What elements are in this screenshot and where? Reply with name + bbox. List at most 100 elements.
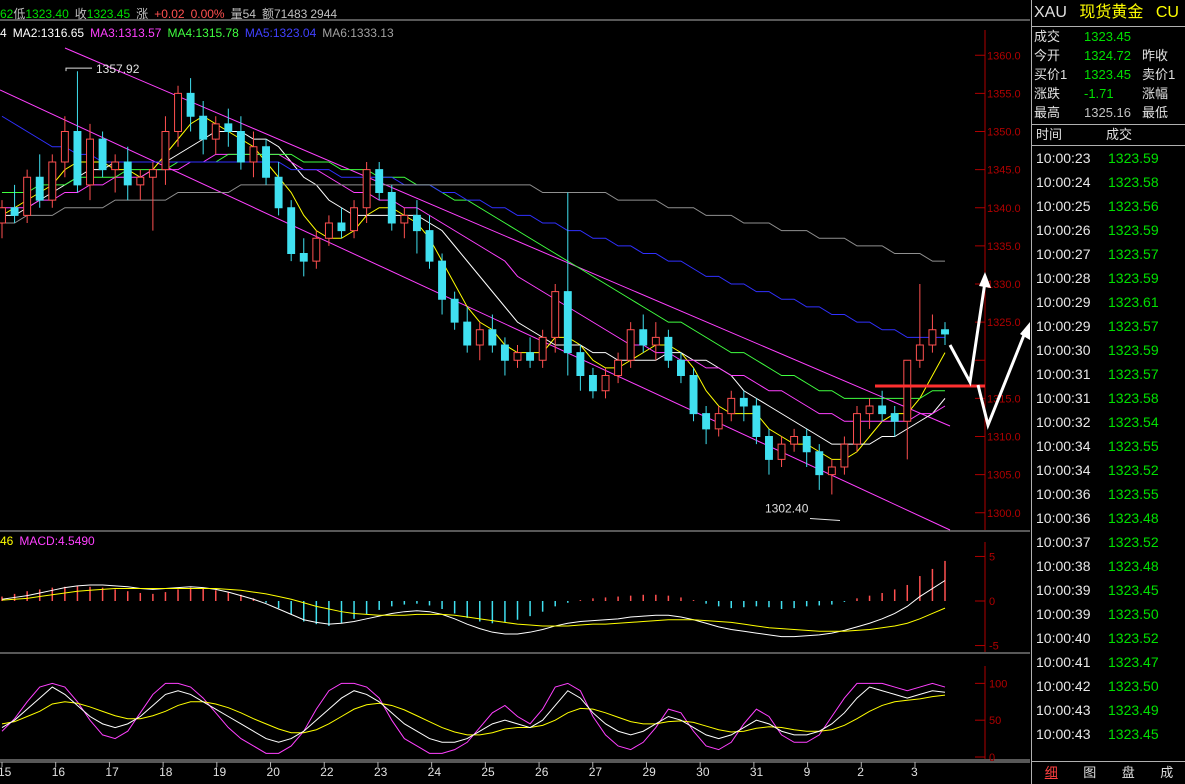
candle-body bbox=[727, 397, 736, 415]
candle-body bbox=[299, 253, 308, 262]
tick-price: 1323.58 bbox=[1108, 174, 1159, 190]
candle-body bbox=[827, 466, 836, 476]
chart-background bbox=[0, 0, 1030, 784]
candle-body bbox=[161, 131, 170, 171]
candle-body bbox=[136, 176, 145, 186]
change-pct: 0.00% bbox=[190, 7, 225, 21]
candle-body bbox=[500, 344, 509, 361]
candle-body bbox=[563, 291, 572, 354]
tick-time: 10:00:43 bbox=[1036, 702, 1091, 718]
date-label: 26 bbox=[535, 765, 549, 779]
kd-tick-label: 0 bbox=[989, 752, 995, 764]
candle-body bbox=[98, 138, 107, 171]
ma-legend-item-3: MA4:1315.78 bbox=[167, 26, 239, 40]
candle-body bbox=[853, 413, 861, 445]
ma-legend-item-5: MA6:1333.13 bbox=[322, 26, 394, 40]
date-label: 9 bbox=[804, 765, 811, 779]
date-label: 29 bbox=[642, 765, 656, 779]
tick-price: 1323.45 bbox=[1108, 726, 1159, 742]
price-tick-label: 1315.0 bbox=[987, 393, 1021, 405]
tick-price: 1323.61 bbox=[1108, 294, 1159, 310]
tick-row: 10:00:42 1323.50 bbox=[1032, 674, 1185, 698]
volume-value: 54 bbox=[242, 7, 256, 21]
tick-time: 10:00:31 bbox=[1036, 366, 1091, 382]
ma-legend: 4 MA2:1316.65 MA3:1313.57 MA4:1315.78 MA5:13… bbox=[0, 26, 400, 40]
tick-price: 1323.52 bbox=[1108, 630, 1159, 646]
candle-body bbox=[350, 207, 359, 232]
tick-time: 10:00:39 bbox=[1036, 606, 1091, 622]
candle-body bbox=[123, 161, 132, 186]
tick-time: 10:00:28 bbox=[1036, 270, 1091, 286]
candle-body bbox=[903, 359, 912, 422]
tick-row: 10:00:26 1323.59 bbox=[1032, 218, 1185, 242]
tick-row: 10:00:37 1323.52 bbox=[1032, 530, 1185, 554]
date-label: 22 bbox=[320, 765, 334, 779]
quote-label: 今开 bbox=[1034, 48, 1061, 63]
quote-value: 1324.72 bbox=[1084, 48, 1131, 63]
candle-body bbox=[790, 436, 799, 445]
price-tick-label: 1335.0 bbox=[987, 241, 1021, 253]
date-label: 20 bbox=[267, 765, 281, 779]
macd-legend-item-0: 46 bbox=[0, 534, 14, 548]
tick-time: 10:00:24 bbox=[1036, 174, 1091, 190]
panel-tab-2[interactable]: 盘 bbox=[1109, 762, 1148, 784]
date-label: 24 bbox=[428, 765, 442, 779]
candle-body bbox=[337, 222, 346, 232]
chart-area[interactable]: 1300.0 1305.0 1310.0 1315.0 1325.0 1330.0 1335… bbox=[0, 0, 1030, 784]
tick-time: 10:00:41 bbox=[1036, 654, 1091, 670]
candle-body bbox=[236, 131, 245, 163]
candle-body bbox=[148, 169, 157, 178]
candle-body bbox=[0, 207, 6, 224]
date-label: 23 bbox=[374, 765, 388, 779]
candle-body bbox=[840, 443, 849, 468]
ma-legend-item-0: 4 bbox=[0, 26, 7, 40]
candle-body bbox=[463, 321, 472, 346]
tick-row: 10:00:39 1323.45 bbox=[1032, 578, 1185, 602]
tick-price: 1323.50 bbox=[1108, 606, 1159, 622]
date-label: 2 bbox=[857, 765, 864, 779]
ma-legend-item-1: MA2:1316.65 bbox=[12, 26, 85, 40]
candle-body bbox=[513, 352, 522, 361]
tick-price: 1323.55 bbox=[1108, 438, 1159, 454]
tick-time: 10:00:36 bbox=[1036, 510, 1091, 526]
tick-time: 10:00:30 bbox=[1036, 342, 1091, 358]
panel-tabs: 细图盘成 bbox=[1032, 761, 1185, 784]
candle-body bbox=[802, 436, 811, 453]
candle-body bbox=[362, 169, 371, 209]
quote-value: 1323.45 bbox=[1084, 29, 1131, 44]
candle-body bbox=[878, 405, 887, 415]
panel-tab-0[interactable]: 细 bbox=[1032, 762, 1071, 784]
tick-time: 10:00:40 bbox=[1036, 630, 1091, 646]
quote-table: 成交 1323.45 今开 1324.72 昨收 买价1 1323.45 卖价1 涨跌 -1.71… bbox=[1032, 27, 1185, 125]
date-label: 30 bbox=[696, 765, 710, 779]
candle-body bbox=[10, 207, 19, 216]
candle-body bbox=[915, 344, 924, 361]
macd-tick-label: -5 bbox=[989, 641, 999, 653]
date-label: 16 bbox=[52, 765, 66, 779]
macd-legend-item-1: MACD:4.5490 bbox=[19, 534, 95, 548]
panel-tab-1[interactable]: 图 bbox=[1071, 762, 1110, 784]
macd-tick-label: 5 bbox=[989, 551, 995, 563]
price-tick-label: 1355.0 bbox=[987, 88, 1021, 100]
info-bar: 62低1323.40 收1323.45 涨 +0.02 0.00% 量54 额71483 29… bbox=[0, 5, 343, 22]
candle-body bbox=[777, 443, 786, 460]
tick-time: 10:00:43 bbox=[1036, 726, 1091, 742]
tick-list[interactable]: 10:00:23 1323.59 10:00:24 1323.58 10:00:25 13… bbox=[1032, 146, 1185, 746]
tick-row: 10:00:43 1323.49 bbox=[1032, 698, 1185, 722]
tick-time: 10:00:32 bbox=[1036, 414, 1091, 430]
candle-body bbox=[488, 329, 497, 346]
panel-tab-3[interactable]: 成 bbox=[1148, 762, 1185, 784]
candle-body bbox=[199, 115, 208, 140]
kd-tick-label: 50 bbox=[989, 715, 1001, 727]
tick-row: 10:00:31 1323.58 bbox=[1032, 386, 1185, 410]
candle-body bbox=[639, 329, 648, 346]
price-tick-label: 1350.0 bbox=[987, 127, 1021, 139]
low-label: 低 bbox=[13, 7, 26, 21]
candle-body bbox=[576, 352, 585, 376]
amount-extra: 2944 bbox=[310, 7, 338, 21]
price-tick-label: 1340.0 bbox=[987, 203, 1021, 215]
tick-row: 10:00:29 1323.57 bbox=[1032, 314, 1185, 338]
tick-time: 10:00:29 bbox=[1036, 318, 1091, 334]
tick-row: 10:00:25 1323.56 bbox=[1032, 194, 1185, 218]
tick-price: 1323.45 bbox=[1108, 582, 1159, 598]
